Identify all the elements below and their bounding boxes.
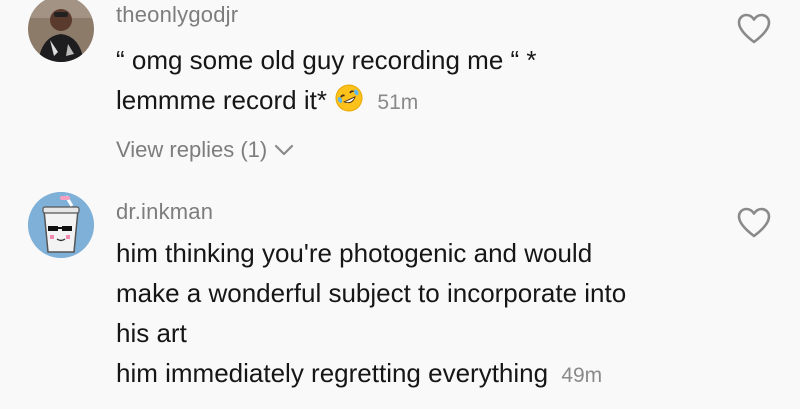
comment-list: theonlygodjr “ omg some old guy recordin…: [0, 0, 800, 409]
comment-text: him thinking you're photogenic and would…: [116, 233, 626, 396]
comment-text-line: “ omg some old guy recording me “ *: [116, 45, 537, 75]
comment-text-line: lemmme record it* 51m: [116, 80, 537, 123]
comment-text-line: him immediately regretting everything 49…: [116, 353, 626, 396]
chevron-down-icon: [275, 144, 294, 156]
comment-timestamp: 51m: [377, 91, 419, 114]
comment-text-line: him thinking you're photogenic and would: [116, 238, 593, 268]
avatar[interactable]: [28, 0, 94, 62]
like-button[interactable]: [736, 12, 772, 45]
comment-text-line: make a wonderful subject to incorporate …: [116, 278, 627, 308]
comment-username[interactable]: dr.inkman: [116, 199, 213, 225]
comment-timestamp: 49m: [561, 364, 603, 387]
comment-username[interactable]: theonlygodjr: [116, 2, 238, 28]
like-button[interactable]: [736, 206, 772, 239]
view-replies-button[interactable]: View replies (1): [116, 137, 295, 163]
avatar[interactable]: [28, 192, 94, 258]
avatar-cartoon-cup-icon: [28, 192, 94, 258]
comment-text: “ omg some old guy recording me “ * lemm…: [116, 40, 537, 123]
comment-text-line: his art: [116, 318, 187, 348]
heart-outline-icon: [737, 207, 771, 238]
rolling-laughing-emoji-icon: [335, 84, 363, 112]
heart-outline-icon: [737, 13, 771, 44]
view-replies-label: View replies (1): [116, 137, 268, 162]
avatar-photo-icon: [28, 0, 94, 62]
comment-text-fragment: him immediately regretting everything: [116, 358, 549, 388]
comment-text-fragment: lemmme record it*: [116, 85, 327, 115]
